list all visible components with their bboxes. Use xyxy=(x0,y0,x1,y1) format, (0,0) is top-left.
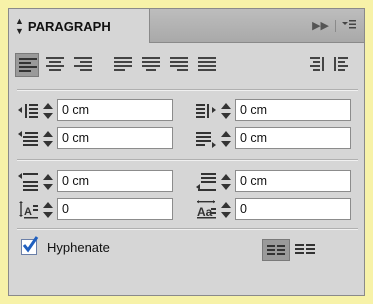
divider-highlight xyxy=(17,229,358,230)
drop-cap-chars-input[interactable]: 0 xyxy=(235,198,351,220)
space-before-input[interactable]: 0 cm xyxy=(57,170,173,192)
divider-highlight xyxy=(17,160,358,161)
last-line-indent-stepper[interactable] xyxy=(219,130,233,148)
alignment-toolbar xyxy=(15,53,360,81)
space-before-stepper[interactable] xyxy=(41,173,55,191)
drop-cap-lines-icon: A xyxy=(19,201,38,219)
drop-cap-lines-input[interactable]: 0 xyxy=(57,198,173,220)
space-after-input[interactable]: 0 cm xyxy=(235,170,351,192)
first-line-indent-stepper[interactable] xyxy=(41,130,55,148)
panel-title: PARAGRAPH xyxy=(27,18,111,34)
space-after-stepper[interactable] xyxy=(219,173,233,191)
align-to-baseline-grid-button[interactable] xyxy=(292,239,320,261)
align-right-icon xyxy=(74,57,92,71)
left-indent-icon xyxy=(18,104,38,118)
panel-menu-icon[interactable] xyxy=(342,19,356,32)
align-left-button[interactable] xyxy=(15,53,39,77)
paragraph-panel: ▲ ▼ PARAGRAPH ▶▶ 0 cm 0 cm 0 cm 0 cm 0 c… xyxy=(8,8,365,296)
right-indent-stepper[interactable] xyxy=(219,102,233,120)
hyphenate-option: Hyphenate xyxy=(21,236,110,255)
drop-cap-chars-icon: Aa xyxy=(197,200,216,219)
checkmark-icon xyxy=(22,236,39,253)
align-left-icon xyxy=(19,58,37,72)
last-line-indent-icon xyxy=(196,132,216,148)
hyphenate-label: Hyphenate xyxy=(47,239,110,255)
justify-all-icon xyxy=(198,57,216,71)
align-center-button[interactable] xyxy=(43,53,67,77)
justify-last-center-icon xyxy=(142,57,160,71)
last-line-indent-input[interactable]: 0 cm xyxy=(235,127,351,149)
grid-align-on-icon xyxy=(295,244,315,254)
align-towards-spine-icon xyxy=(310,57,324,71)
divider-highlight xyxy=(17,90,358,91)
justify-last-left-button[interactable] xyxy=(111,53,135,77)
left-indent-stepper[interactable] xyxy=(41,102,55,120)
space-after-icon xyxy=(196,173,216,191)
align-towards-spine-button[interactable] xyxy=(303,53,327,77)
space-before-icon xyxy=(18,173,38,191)
justify-last-right-icon xyxy=(170,57,188,71)
titlebar-divider xyxy=(335,19,336,32)
panel-titlebar: ▲ ▼ PARAGRAPH ▶▶ xyxy=(9,9,364,43)
right-indent-input[interactable]: 0 cm xyxy=(235,99,351,121)
align-away-from-spine-icon xyxy=(334,57,348,71)
collapse-panel-icon[interactable]: ▶▶ xyxy=(312,19,329,32)
drop-cap-lines-stepper[interactable] xyxy=(41,201,55,219)
justify-all-button[interactable] xyxy=(195,53,219,77)
collapse-toggle-icon[interactable]: ▲ ▼ xyxy=(15,16,24,36)
grid-align-off-icon xyxy=(267,245,285,255)
justify-last-right-button[interactable] xyxy=(167,53,191,77)
left-indent-input[interactable]: 0 cm xyxy=(57,99,173,121)
drop-cap-chars-stepper[interactable] xyxy=(219,201,233,219)
first-line-indent-input[interactable]: 0 cm xyxy=(57,127,173,149)
align-away-from-spine-button[interactable] xyxy=(331,53,355,77)
justify-last-center-button[interactable] xyxy=(139,53,163,77)
first-line-indent-icon xyxy=(18,131,38,146)
align-center-icon xyxy=(46,57,64,71)
svg-text:Aa: Aa xyxy=(197,205,213,219)
tab-paragraph[interactable]: ▲ ▼ PARAGRAPH xyxy=(9,9,150,43)
justify-last-left-icon xyxy=(114,57,132,71)
svg-text:A: A xyxy=(24,206,32,218)
align-right-button[interactable] xyxy=(71,53,95,77)
do-not-align-to-grid-button[interactable] xyxy=(262,239,290,261)
right-indent-icon xyxy=(196,104,216,118)
hyphenate-checkbox[interactable] xyxy=(21,236,39,255)
